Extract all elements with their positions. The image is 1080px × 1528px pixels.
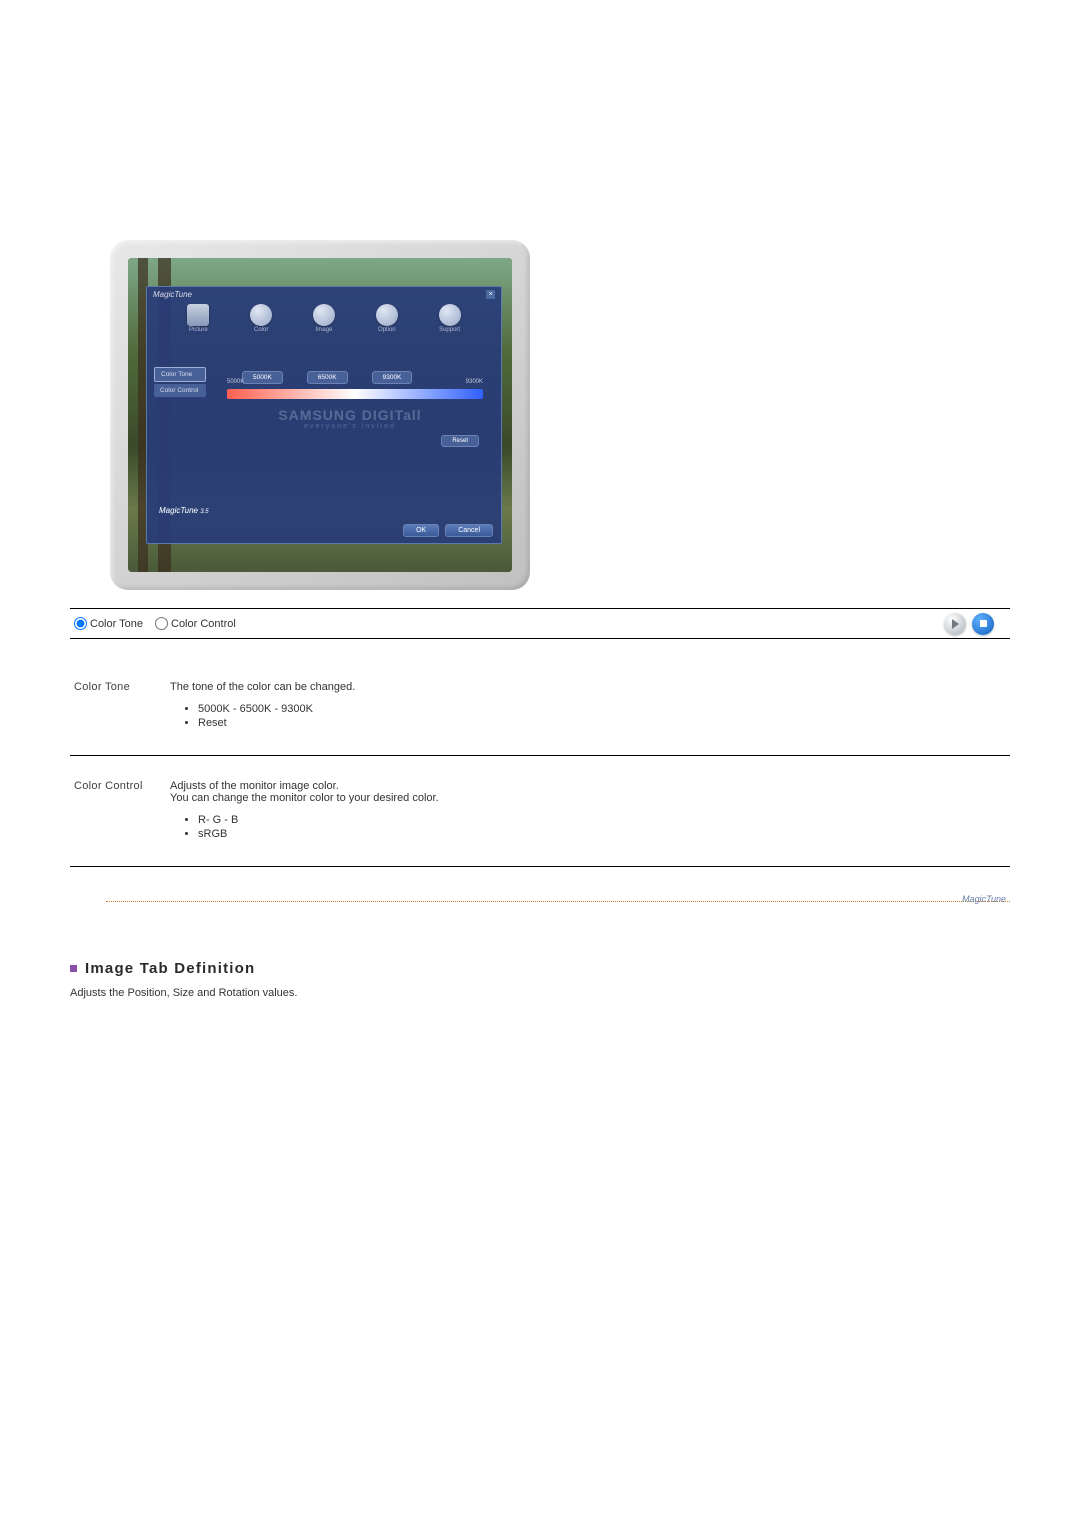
row-body-color-control: Adjusts of the monitor image color. You …	[170, 780, 1010, 842]
close-icon[interactable]: ×	[486, 290, 495, 299]
temperature-slider[interactable]	[227, 389, 483, 399]
sub-option-row: Color Tone Color Control	[70, 608, 1010, 639]
dotted-separator	[106, 901, 1010, 902]
section-heading: Image Tab Definition	[70, 960, 1010, 977]
heading-text: Image Tab Definition	[85, 960, 255, 977]
radio-color-tone-input[interactable]	[74, 617, 87, 630]
play-button[interactable]	[944, 613, 966, 635]
list-item: Reset	[198, 717, 1010, 729]
screenshot-illustration: MagicTune × Picture Color Image Option S…	[70, 240, 1010, 590]
radio-color-control-input[interactable]	[155, 617, 168, 630]
tab-picture[interactable]: Picture	[187, 304, 209, 333]
side-tabs: Color Tone Color Control	[154, 367, 206, 399]
image-dial-icon	[313, 304, 335, 326]
magictune-logo: MagicTune 3.5	[159, 506, 209, 515]
table-row: Color Tone The tone of the color can be …	[70, 657, 1010, 756]
support-icon	[439, 304, 461, 326]
stop-button[interactable]	[972, 613, 994, 635]
radio-color-tone[interactable]: Color Tone	[74, 617, 143, 630]
tab-support[interactable]: Support	[439, 304, 461, 333]
dialog-buttons: OK Cancel	[403, 524, 493, 537]
media-buttons	[938, 613, 994, 635]
magictune-small-logo: MagicTune	[962, 894, 1006, 904]
list-item: 5000K - 6500K - 9300K	[198, 703, 1010, 715]
stop-icon	[980, 620, 987, 627]
monitor-frame: MagicTune × Picture Color Image Option S…	[110, 240, 530, 590]
cancel-button[interactable]: Cancel	[445, 524, 493, 537]
tab-option[interactable]: Option	[376, 304, 398, 333]
monitor-icon	[187, 304, 209, 326]
list-item: sRGB	[198, 828, 1010, 840]
row-label-color-control: Color Control	[70, 780, 170, 842]
option-icon	[376, 304, 398, 326]
intro-text: Adjusts of the monitor image color.	[170, 780, 1010, 792]
monitor-screen: MagicTune × Picture Color Image Option S…	[128, 258, 512, 572]
preset-6500k[interactable]: 6500K	[307, 371, 348, 384]
brand-watermark: SAMSUNG DIGITall everyone's invited	[217, 407, 483, 430]
tab-image[interactable]: Image	[313, 304, 335, 333]
table-row: Color Control Adjusts of the monitor ima…	[70, 756, 1010, 867]
magictune-window: MagicTune × Picture Color Image Option S…	[146, 286, 502, 544]
window-titlebar: MagicTune ×	[147, 287, 501, 302]
side-tab-color-tone[interactable]: Color Tone	[154, 367, 206, 382]
square-bullet-icon	[70, 965, 77, 972]
list-item: R- G - B	[198, 814, 1010, 826]
main-tabs: Picture Color Image Option Support	[147, 302, 501, 337]
app-title: MagicTune	[153, 290, 192, 299]
side-tab-color-control[interactable]: Color Control	[154, 384, 206, 397]
temperature-presets: 5000K 6500K 9300K	[242, 371, 412, 384]
play-icon	[952, 619, 959, 629]
radio-color-control[interactable]: Color Control	[155, 617, 236, 630]
definition-table: Color Tone The tone of the color can be …	[70, 657, 1010, 867]
ok-button[interactable]: OK	[403, 524, 439, 537]
row-body-color-tone: The tone of the color can be changed. 50…	[170, 681, 1010, 731]
intro-text: You can change the monitor color to your…	[170, 792, 1010, 804]
section-description: Adjusts the Position, Size and Rotation …	[70, 987, 1010, 999]
reset-button[interactable]: Reset	[441, 435, 479, 447]
preset-5000k[interactable]: 5000K	[242, 371, 283, 384]
palette-icon	[250, 304, 272, 326]
row-label-color-tone: Color Tone	[70, 681, 170, 731]
tab-color[interactable]: Color	[250, 304, 272, 333]
preset-9300k[interactable]: 9300K	[372, 371, 413, 384]
intro-text: The tone of the color can be changed.	[170, 681, 1010, 693]
